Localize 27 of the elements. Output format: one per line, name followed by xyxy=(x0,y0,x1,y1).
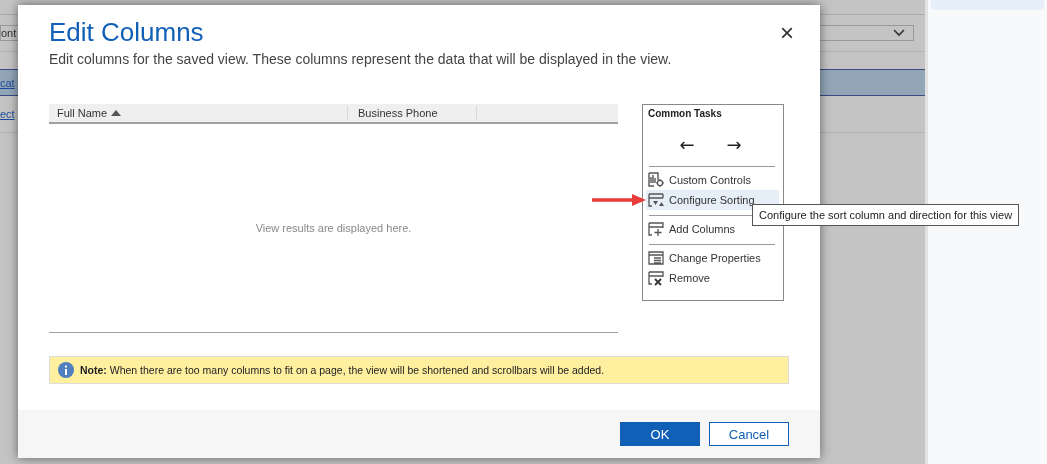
controls-gear-icon xyxy=(648,172,665,188)
task-item[interactable]: Change Properties xyxy=(646,248,779,268)
record-link[interactable]: cat xyxy=(0,76,15,89)
dialog-title: Edit Columns xyxy=(49,17,205,47)
ok-button[interactable]: OK xyxy=(620,422,700,446)
close-button[interactable]: × xyxy=(776,21,798,45)
task-item[interactable]: Configure Sorting xyxy=(646,190,779,210)
properties-icon xyxy=(648,250,665,266)
column-header[interactable]: Full Name xyxy=(49,106,348,120)
record-link[interactable]: ect xyxy=(0,108,15,120)
tooltip: Configure the sort column and direction for this view xyxy=(752,204,1020,226)
pointer-arrow xyxy=(592,194,646,206)
task-item[interactable]: Custom Controls xyxy=(646,170,779,190)
task-item[interactable]: Remove xyxy=(646,268,779,288)
cancel-button[interactable]: Cancel xyxy=(709,422,789,446)
panel-title: Common Tasks xyxy=(648,108,723,119)
dialog-subtitle: Edit columns for the saved view. These columns represent the data that will be displayed in the view. xyxy=(49,51,672,67)
note-text: Note: When there are too many columns to fit on a page, the view will be shortened and scrollbars will be added. xyxy=(80,364,605,376)
remove-icon xyxy=(648,270,665,286)
sort-icon xyxy=(648,192,665,208)
chevron-down-icon xyxy=(893,29,905,37)
info-icon xyxy=(58,362,74,378)
add-column-icon xyxy=(648,221,665,237)
column-header[interactable]: Business Phone xyxy=(348,106,477,120)
move-column-button[interactable]: ← xyxy=(677,133,697,155)
empty-message: View results are displayed here. xyxy=(255,222,412,234)
move-column-button[interactable]: → xyxy=(724,133,744,155)
